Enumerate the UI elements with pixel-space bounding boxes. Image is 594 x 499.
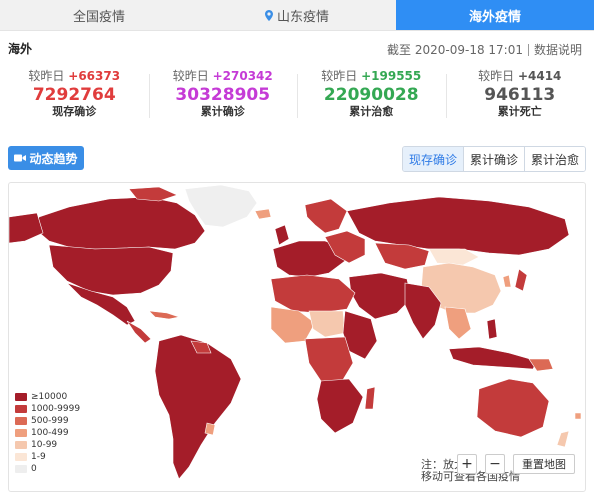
stat-delta-prefix: 较昨日: [28, 69, 65, 83]
legend-label: 1000-9999: [31, 404, 81, 414]
stat-delta-line: 较昨日 +4414: [446, 68, 594, 84]
stat-delta-prefix: 较昨日: [321, 69, 358, 83]
stat-delta: +199555: [361, 69, 422, 83]
tab-shandong-label: 山东疫情: [276, 9, 329, 25]
zoom-in-button[interactable]: +: [457, 454, 477, 474]
region-central-america[interactable]: [126, 320, 152, 344]
meta-divider: [527, 43, 529, 56]
update-meta: 截至 2020-09-18 17:01 数据说明: [387, 41, 582, 58]
view-option-total-confirmed[interactable]: 累计确诊: [462, 147, 524, 171]
stat-label: 累计治愈: [349, 105, 394, 118]
stat-current-confirmed: 较昨日 +66373 7292764 现存确诊: [0, 68, 149, 126]
tab-overseas[interactable]: 海外疫情: [396, 0, 594, 30]
legend-label: 10-99: [31, 440, 58, 450]
region-korea[interactable]: [502, 274, 512, 288]
legend-swatch: [15, 453, 27, 461]
region-indonesia[interactable]: [448, 346, 538, 370]
region-uruguay[interactable]: [204, 422, 216, 436]
view-option-current-confirmed[interactable]: 现存确诊: [402, 147, 463, 171]
region-north-africa[interactable]: [270, 274, 356, 314]
dynamic-trend-label: 动态趋势: [29, 151, 78, 166]
legend-label: 500-999: [31, 416, 69, 426]
region-pacific-island[interactable]: [574, 412, 582, 420]
reset-map-button[interactable]: 重置地图: [513, 454, 575, 474]
world-map-canvas[interactable]: [9, 183, 586, 492]
legend-label: ≥10000: [31, 392, 68, 402]
region-caribbean[interactable]: [148, 310, 181, 320]
stat-value: 946113: [484, 85, 556, 105]
region-middle-east[interactable]: [348, 272, 412, 320]
region-title: 海外: [8, 42, 33, 56]
tab-national-label: 全国疫情: [72, 9, 125, 25]
legend-swatch: [15, 393, 27, 401]
data-help-link[interactable]: 数据说明: [534, 41, 582, 58]
tab-national[interactable]: 全国疫情: [0, 0, 198, 30]
stat-delta: +4414: [517, 69, 562, 83]
legend-swatch: [15, 441, 27, 449]
region-japan[interactable]: [514, 268, 528, 292]
stat-delta: +270342: [212, 69, 273, 83]
tab-shandong[interactable]: 山东疫情: [198, 0, 396, 30]
region-southern-africa[interactable]: [316, 378, 364, 434]
legend-label: 100-499: [31, 428, 69, 438]
region-usa[interactable]: [48, 244, 174, 296]
legend-label: 0: [31, 464, 37, 474]
region-philippines[interactable]: [486, 318, 498, 340]
region-tabs: 全国疫情 山东疫情 海外疫情: [0, 0, 594, 31]
legend-swatch: [15, 429, 27, 437]
update-time: 截至 2020-09-18 17:01: [387, 43, 523, 57]
stat-delta-line: 较昨日 +66373: [0, 68, 149, 84]
region-scandinavia[interactable]: [304, 198, 348, 234]
stat-total-deaths: 较昨日 +4414 946113 累计死亡: [445, 68, 594, 126]
view-option-total-cured[interactable]: 累计治愈: [523, 147, 585, 171]
region-mongolia[interactable]: [428, 248, 480, 266]
dynamic-trend-button[interactable]: 动态趋势: [8, 146, 84, 170]
region-australia[interactable]: [476, 378, 550, 438]
legend-item[interactable]: 1-9: [15, 451, 80, 463]
stat-total-cured: 较昨日 +199555 22090028 累计治愈: [297, 68, 446, 126]
region-alaska[interactable]: [9, 212, 44, 244]
stat-label: 累计死亡: [497, 105, 542, 118]
stat-delta-line: 较昨日 +270342: [149, 68, 298, 84]
region-sahel[interactable]: [308, 310, 346, 338]
region-madagascar[interactable]: [364, 386, 376, 410]
region-iceland[interactable]: [254, 208, 272, 220]
stat-delta-line: 较昨日 +199555: [297, 68, 446, 84]
stat-delta-prefix: 较昨日: [478, 69, 515, 83]
stat-label: 累计确诊: [200, 105, 245, 118]
legend-item[interactable]: 0: [15, 463, 80, 475]
stats-summary: 较昨日 +66373 7292764 现存确诊 较昨日 +270342 3032…: [0, 68, 594, 126]
video-camera-icon: [14, 154, 27, 162]
stat-total-confirmed: 较昨日 +270342 30328905 累计确诊: [148, 68, 298, 126]
region-new-zealand[interactable]: [556, 430, 570, 448]
stat-delta-prefix: 较昨日: [172, 69, 209, 83]
region-canada[interactable]: [34, 196, 206, 250]
legend-item[interactable]: 100-499: [15, 427, 80, 439]
stat-label: 现存确诊: [52, 105, 97, 118]
map-legend: ≥10000 1000-9999 500-999 100-499 10-99 1…: [15, 391, 80, 475]
stat-value: 22090028: [323, 85, 419, 105]
legend-item[interactable]: 500-999: [15, 415, 80, 427]
legend-swatch: [15, 405, 27, 413]
world-map[interactable]: ≥10000 1000-9999 500-999 100-499 10-99 1…: [8, 182, 586, 492]
legend-swatch: [15, 465, 27, 473]
tab-overseas-label: 海外疫情: [468, 9, 521, 25]
legend-item[interactable]: 10-99: [15, 439, 80, 451]
region-central-africa[interactable]: [304, 336, 354, 384]
legend-item[interactable]: 1000-9999: [15, 403, 80, 415]
zoom-out-button[interactable]: −: [485, 454, 505, 474]
stat-value: 30328905: [175, 85, 271, 105]
map-view-toggle: 现存确诊 累计确诊 累计治愈: [401, 146, 586, 172]
location-pin-icon: [264, 9, 273, 21]
legend-swatch: [15, 417, 27, 425]
stat-value: 7292764: [32, 85, 116, 105]
region-south-america[interactable]: [154, 334, 242, 480]
legend-item[interactable]: ≥10000: [15, 391, 80, 403]
legend-label: 1-9: [31, 452, 46, 462]
region-uk[interactable]: [274, 224, 290, 246]
stat-delta: +66373: [68, 69, 121, 83]
